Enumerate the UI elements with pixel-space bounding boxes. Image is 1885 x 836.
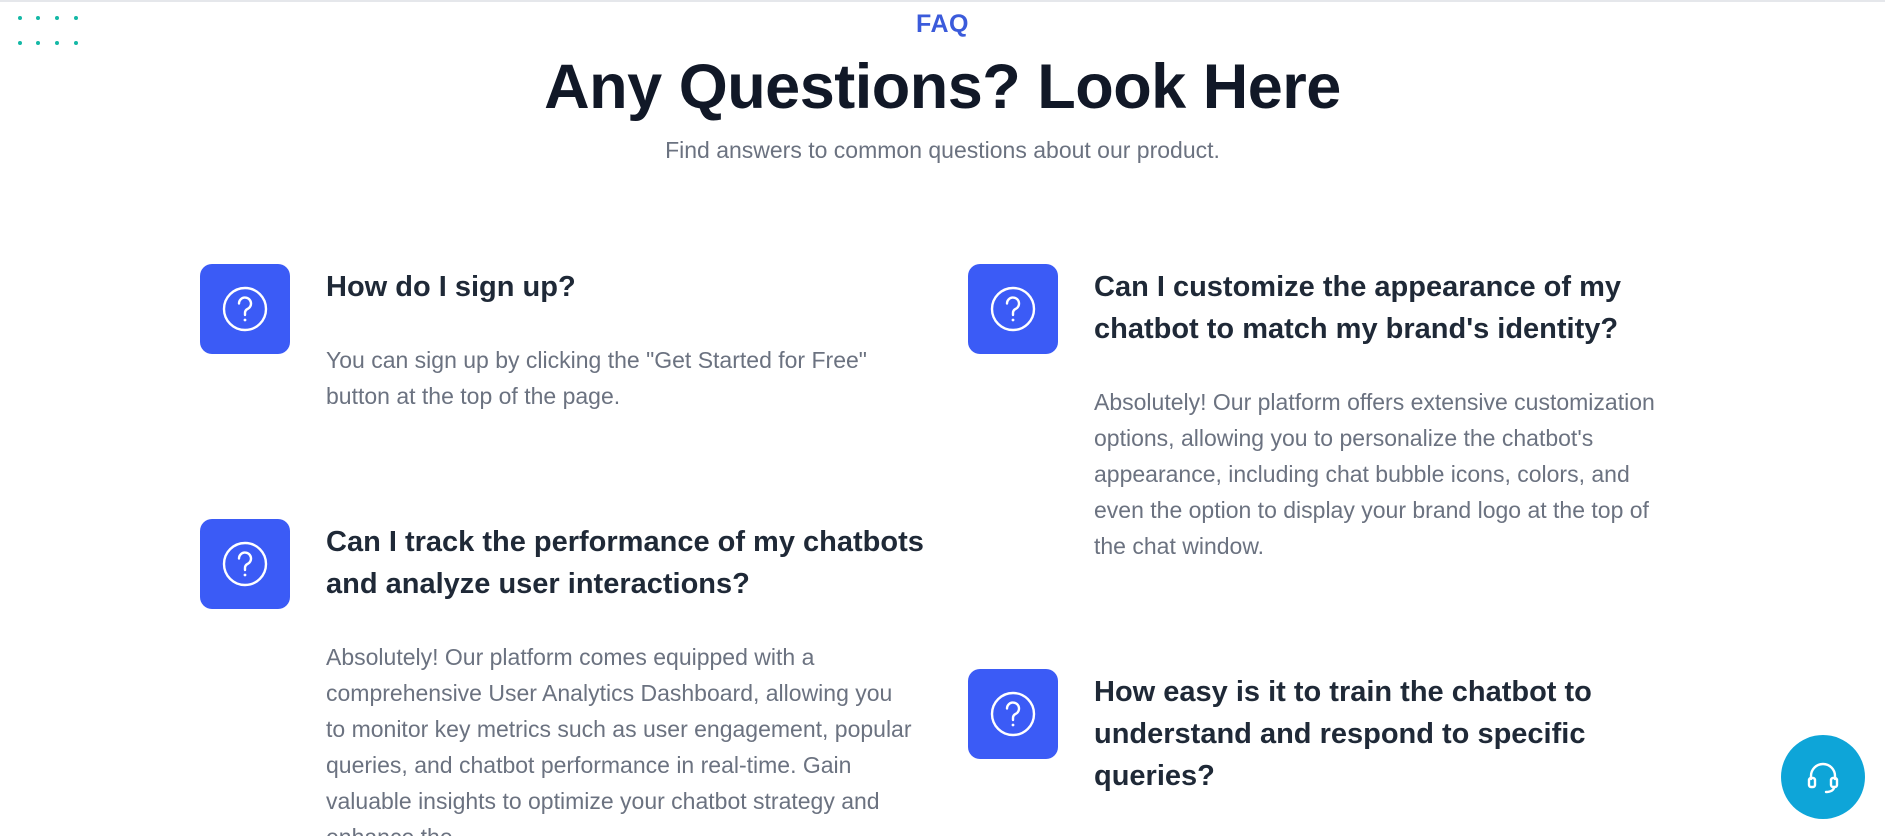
headset-icon xyxy=(1807,762,1839,794)
faq-header: FAQ Any Questions? Look Here Find answer… xyxy=(0,10,1885,164)
faq-question: How easy is it to train the chatbot to u… xyxy=(1094,676,1592,792)
faq-question: How do I sign up? xyxy=(326,271,576,303)
page-subtitle: Find answers to common questions about o… xyxy=(665,137,1220,163)
section-eyebrow: FAQ xyxy=(916,10,969,38)
faq-question: Can I track the performance of my chatbo… xyxy=(326,526,924,600)
faq-question: Can I customize the appearance of my cha… xyxy=(1094,271,1621,345)
question-circle-icon xyxy=(200,519,290,609)
question-circle-icon xyxy=(968,264,1058,354)
faq-answer: You can sign up by clicking the "Get Sta… xyxy=(326,347,867,409)
question-circle-icon xyxy=(968,669,1058,759)
faq-answer: Absolutely! Our platform comes equipped … xyxy=(326,644,912,836)
faq-page: FAQ Any Questions? Look Here Find answer… xyxy=(0,0,1885,836)
page-title: Any Questions? Look Here xyxy=(544,52,1341,122)
question-circle-icon xyxy=(200,264,290,354)
support-chat-button[interactable] xyxy=(1781,735,1865,819)
faq-answer: Absolutely! Our platform offers extensiv… xyxy=(1094,389,1655,559)
